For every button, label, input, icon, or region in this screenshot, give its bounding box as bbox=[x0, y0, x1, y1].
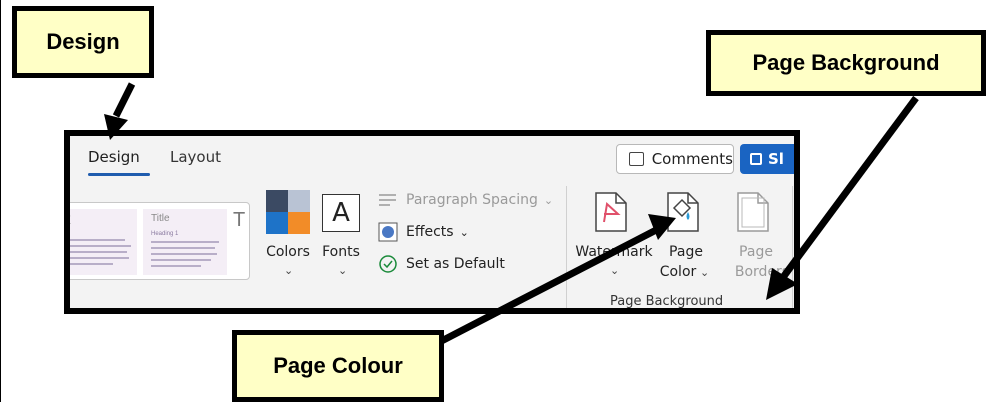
effects-chevron-icon: ⌄ bbox=[459, 225, 469, 239]
effects-button[interactable]: Effects ⌄ bbox=[378, 222, 469, 242]
page-color-icon[interactable] bbox=[666, 192, 700, 232]
colors-label[interactable]: Colors bbox=[260, 244, 316, 260]
thumb-text-line bbox=[151, 241, 219, 243]
style-thumb-left-glyph: E bbox=[70, 213, 71, 227]
thumb-text-line bbox=[70, 263, 113, 265]
page-color-label-top[interactable]: Page bbox=[666, 244, 706, 260]
thumb-text-line bbox=[151, 259, 211, 261]
comments-button[interactable]: Comments bbox=[616, 144, 734, 174]
share-button[interactable]: Sl bbox=[740, 144, 794, 174]
watermark-chevron-down-icon[interactable]: ⌄ bbox=[610, 264, 619, 277]
thumb-text-line bbox=[151, 265, 201, 267]
thumb-text-line bbox=[70, 245, 131, 247]
thumb-text-line bbox=[70, 239, 125, 241]
thumb-text-line bbox=[151, 253, 217, 255]
page-borders-label-bottom[interactable]: Borders bbox=[732, 264, 792, 280]
page-color-label-bottom[interactable]: Color bbox=[656, 264, 700, 280]
set-as-default-button[interactable]: Set as Default bbox=[378, 254, 505, 274]
ribbon-tab-bar: Design Layout Comments Sl bbox=[70, 136, 794, 182]
fonts-glyph: A bbox=[332, 198, 350, 228]
color-swatch bbox=[288, 212, 310, 234]
effects-icon bbox=[378, 222, 398, 242]
callout-page-background-text: Page Background bbox=[752, 50, 940, 75]
style-thumbnail-partial[interactable]: E bbox=[70, 209, 137, 275]
fonts-chevron-down-icon[interactable]: ⌄ bbox=[338, 264, 347, 277]
share-icon bbox=[750, 153, 762, 165]
tab-layout[interactable]: Layout bbox=[170, 148, 221, 166]
callout-page-background: Page Background bbox=[706, 30, 986, 96]
color-swatch bbox=[266, 212, 288, 234]
watermark-label[interactable]: Watermark bbox=[574, 244, 654, 260]
ribbon-body: E Title Heading 1 T bbox=[70, 182, 794, 309]
image-border-left bbox=[0, 0, 1, 402]
page-background-group-label: Page Background bbox=[610, 294, 724, 309]
active-tab-indicator bbox=[88, 173, 150, 176]
group-separator bbox=[792, 186, 793, 308]
paragraph-spacing-button[interactable]: Paragraph Spacing ⌄ bbox=[378, 192, 553, 208]
fonts-icon[interactable]: A bbox=[322, 194, 360, 232]
style-thumb-title: Title bbox=[151, 213, 170, 224]
callout-page-colour-text: Page Colour bbox=[273, 353, 403, 378]
callout-page-colour: Page Colour bbox=[232, 330, 444, 402]
colors-chevron-down-icon[interactable]: ⌄ bbox=[284, 264, 293, 277]
design-arrow-line bbox=[112, 82, 136, 118]
ribbon-screenshot: Design Layout Comments Sl E Title Hea bbox=[64, 130, 800, 314]
fonts-label[interactable]: Fonts bbox=[316, 244, 366, 260]
page-color-chevron-down-icon[interactable]: ⌄ bbox=[700, 266, 709, 279]
color-swatch bbox=[266, 190, 288, 212]
watermark-icon[interactable] bbox=[594, 192, 628, 232]
style-thumbnail-title[interactable]: Title Heading 1 bbox=[143, 209, 227, 275]
comments-label: Comments bbox=[651, 150, 733, 168]
tab-design[interactable]: Design bbox=[88, 148, 140, 166]
thumb-text-line bbox=[70, 257, 129, 259]
callout-design: Design bbox=[12, 6, 154, 78]
color-swatch bbox=[288, 190, 310, 212]
share-label: Sl bbox=[768, 150, 784, 168]
style-gallery[interactable]: E Title Heading 1 T bbox=[70, 202, 250, 280]
callout-design-text: Design bbox=[46, 29, 120, 54]
page-background-arrow-line bbox=[781, 95, 919, 279]
page-borders-icon[interactable] bbox=[736, 192, 770, 232]
style-thumb-right-glyph: T bbox=[233, 209, 246, 231]
group-separator bbox=[566, 186, 567, 308]
set-as-default-label: Set as Default bbox=[406, 256, 505, 272]
paragraph-spacing-chevron-icon: ⌄ bbox=[543, 193, 554, 207]
paragraph-spacing-icon bbox=[379, 194, 396, 206]
page-borders-label-top[interactable]: Page bbox=[736, 244, 776, 260]
check-circle-icon bbox=[379, 255, 397, 273]
paragraph-spacing-label: Paragraph Spacing bbox=[406, 192, 538, 208]
comment-icon bbox=[629, 152, 644, 166]
effects-label: Effects bbox=[406, 224, 454, 240]
thumb-text-line bbox=[70, 251, 127, 253]
style-thumb-heading: Heading 1 bbox=[151, 231, 179, 237]
colors-theme-icon[interactable] bbox=[266, 190, 310, 234]
thumb-text-line bbox=[151, 247, 215, 249]
